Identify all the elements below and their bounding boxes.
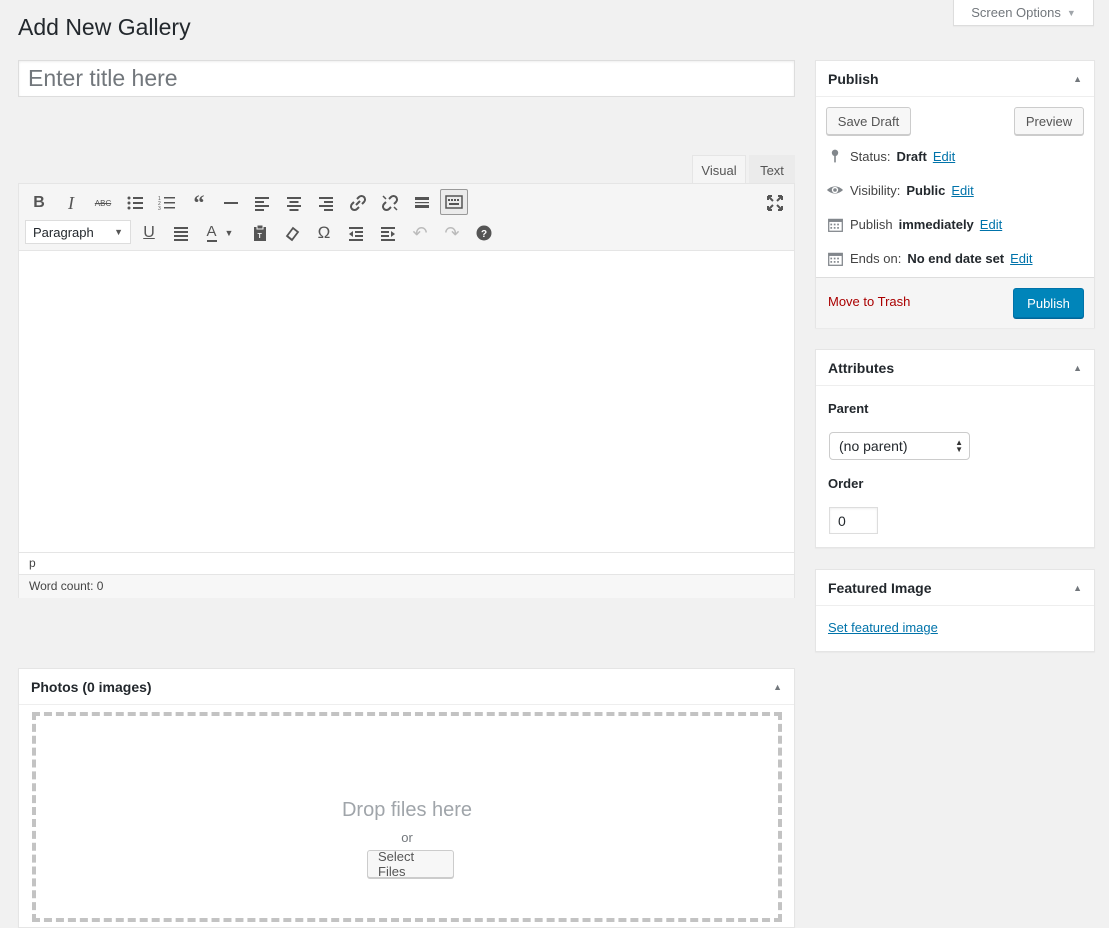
outdent-icon[interactable] xyxy=(342,220,370,246)
paste-text-icon[interactable]: T xyxy=(246,220,274,246)
status-value: Draft xyxy=(896,148,927,164)
format-select-value: Paragraph xyxy=(33,224,94,240)
blockquote-icon[interactable]: “ xyxy=(185,190,213,216)
svg-text:T: T xyxy=(258,233,263,240)
ends-on-row: Ends on: No end date set Edit xyxy=(826,248,1033,268)
order-input[interactable] xyxy=(829,507,878,534)
attributes-box-header[interactable]: Attributes ▲ xyxy=(816,350,1094,386)
order-label: Order xyxy=(828,476,864,491)
photos-box-title: Photos (0 images) xyxy=(31,678,152,695)
or-text: or xyxy=(401,830,413,845)
publish-date-value: immediately xyxy=(898,216,974,232)
attributes-box: Attributes ▲ Parent (no parent) ▲ ▼ Order xyxy=(815,349,1095,548)
calendar-icon xyxy=(826,249,844,267)
editor-toolbar: B I ABC 123 “ Paragraph ▼ U A ▼ T Ω ↶ ↷ … xyxy=(19,184,794,251)
bullet-list-icon[interactable] xyxy=(121,190,149,216)
text-color-icon[interactable]: A ▼ xyxy=(199,220,241,246)
word-count: Word count: 0 xyxy=(19,574,794,598)
publish-box-header[interactable]: Publish ▲ xyxy=(816,61,1094,97)
move-to-trash-link[interactable]: Move to Trash xyxy=(828,294,910,309)
publish-actions: Move to Trash Publish xyxy=(816,277,1094,328)
attributes-box-title: Attributes xyxy=(828,359,895,376)
photos-box-header[interactable]: Photos (0 images) ▲ xyxy=(19,669,794,705)
horizontal-line-icon[interactable] xyxy=(217,190,245,216)
pin-icon xyxy=(826,147,844,165)
edit-visibility-link[interactable]: Edit xyxy=(951,183,973,198)
help-icon[interactable]: ? xyxy=(470,220,498,246)
edit-publish-date-link[interactable]: Edit xyxy=(980,217,1002,232)
parent-select-value: (no parent) xyxy=(839,438,908,454)
strikethrough-icon[interactable]: ABC xyxy=(89,190,117,216)
collapse-arrow-icon[interactable]: ▲ xyxy=(1073,74,1082,84)
caret-down-icon: ▼ xyxy=(114,227,123,237)
screen-options-button[interactable]: Screen Options ▼ xyxy=(953,0,1094,26)
parent-select[interactable]: (no parent) ▲ ▼ xyxy=(829,432,970,460)
visibility-label: Visibility: xyxy=(850,182,901,198)
page-title: Add New Gallery xyxy=(18,14,191,40)
featured-image-box-header[interactable]: Featured Image ▲ xyxy=(816,570,1094,606)
collapse-arrow-icon[interactable]: ▲ xyxy=(773,682,782,692)
edit-status-link[interactable]: Edit xyxy=(933,149,955,164)
featured-image-box: Featured Image ▲ Set featured image xyxy=(815,569,1095,652)
publish-box-title: Publish xyxy=(828,70,879,87)
numbered-list-icon[interactable]: 123 xyxy=(153,190,181,216)
undo-icon[interactable]: ↶ xyxy=(406,220,434,246)
visibility-value: Public xyxy=(906,182,946,198)
ends-on-label: Ends on: xyxy=(850,250,902,266)
tab-visual[interactable]: Visual xyxy=(692,155,746,184)
content-editor: B I ABC 123 “ Paragraph ▼ U A ▼ T Ω ↶ ↷ … xyxy=(18,183,795,598)
svg-text:?: ? xyxy=(481,229,487,240)
clear-formatting-icon[interactable] xyxy=(278,220,306,246)
ends-on-value: No end date set xyxy=(907,250,1005,266)
align-right-icon[interactable] xyxy=(312,190,340,216)
select-arrows-icon: ▲ ▼ xyxy=(955,438,963,454)
collapse-arrow-icon[interactable]: ▲ xyxy=(1073,583,1082,593)
underline-icon[interactable]: U xyxy=(135,220,163,246)
eye-icon xyxy=(826,181,844,199)
select-files-button[interactable]: Select Files xyxy=(367,849,454,879)
screen-options-label: Screen Options xyxy=(971,5,1061,20)
edit-ends-on-link[interactable]: Edit xyxy=(1010,251,1032,266)
tab-text[interactable]: Text xyxy=(749,155,795,184)
align-center-icon[interactable] xyxy=(280,190,308,216)
editor-path: p xyxy=(19,552,794,574)
format-select[interactable]: Paragraph ▼ xyxy=(25,220,131,244)
bold-icon[interactable]: B xyxy=(25,190,53,216)
special-character-icon[interactable]: Ω xyxy=(310,220,338,246)
link-icon[interactable] xyxy=(344,190,372,216)
indent-icon[interactable] xyxy=(374,220,402,246)
title-input[interactable] xyxy=(18,60,795,97)
toolbar-toggle-icon[interactable] xyxy=(440,189,468,215)
unlink-icon[interactable] xyxy=(376,190,404,216)
publish-button[interactable]: Publish xyxy=(1013,288,1084,318)
visibility-row: Visibility: Public Edit xyxy=(826,180,974,200)
collapse-arrow-icon[interactable]: ▲ xyxy=(1073,363,1082,373)
calendar-icon xyxy=(826,215,844,233)
publish-box: Publish ▲ Save Draft Preview Status: Dra… xyxy=(815,60,1095,328)
status-label: Status: xyxy=(850,148,891,164)
set-featured-image-link[interactable]: Set featured image xyxy=(828,620,938,635)
italic-icon[interactable]: I xyxy=(57,190,85,216)
parent-label: Parent xyxy=(828,401,869,416)
drop-files-text: Drop files here xyxy=(341,799,473,821)
file-dropzone[interactable]: Drop files here or Select Files xyxy=(32,712,782,922)
caret-down-icon: ▼ xyxy=(1066,7,1076,18)
save-draft-button[interactable]: Save Draft xyxy=(826,107,911,135)
read-more-icon[interactable] xyxy=(408,190,436,216)
photos-box: Photos (0 images) ▲ Drop files here or S… xyxy=(18,668,795,928)
align-left-icon[interactable] xyxy=(248,190,276,216)
preview-button[interactable]: Preview xyxy=(1014,107,1084,135)
featured-image-box-title: Featured Image xyxy=(828,579,932,596)
publish-date-row: Publish immediately Edit xyxy=(826,214,1002,234)
redo-icon[interactable]: ↷ xyxy=(438,220,466,246)
justify-icon[interactable] xyxy=(167,220,195,246)
publish-date-label: Publish xyxy=(850,216,893,232)
svg-text:3: 3 xyxy=(158,206,161,212)
status-row: Status: Draft Edit xyxy=(826,146,955,166)
editor-content-area[interactable] xyxy=(19,251,794,551)
fullscreen-icon[interactable] xyxy=(761,190,789,216)
